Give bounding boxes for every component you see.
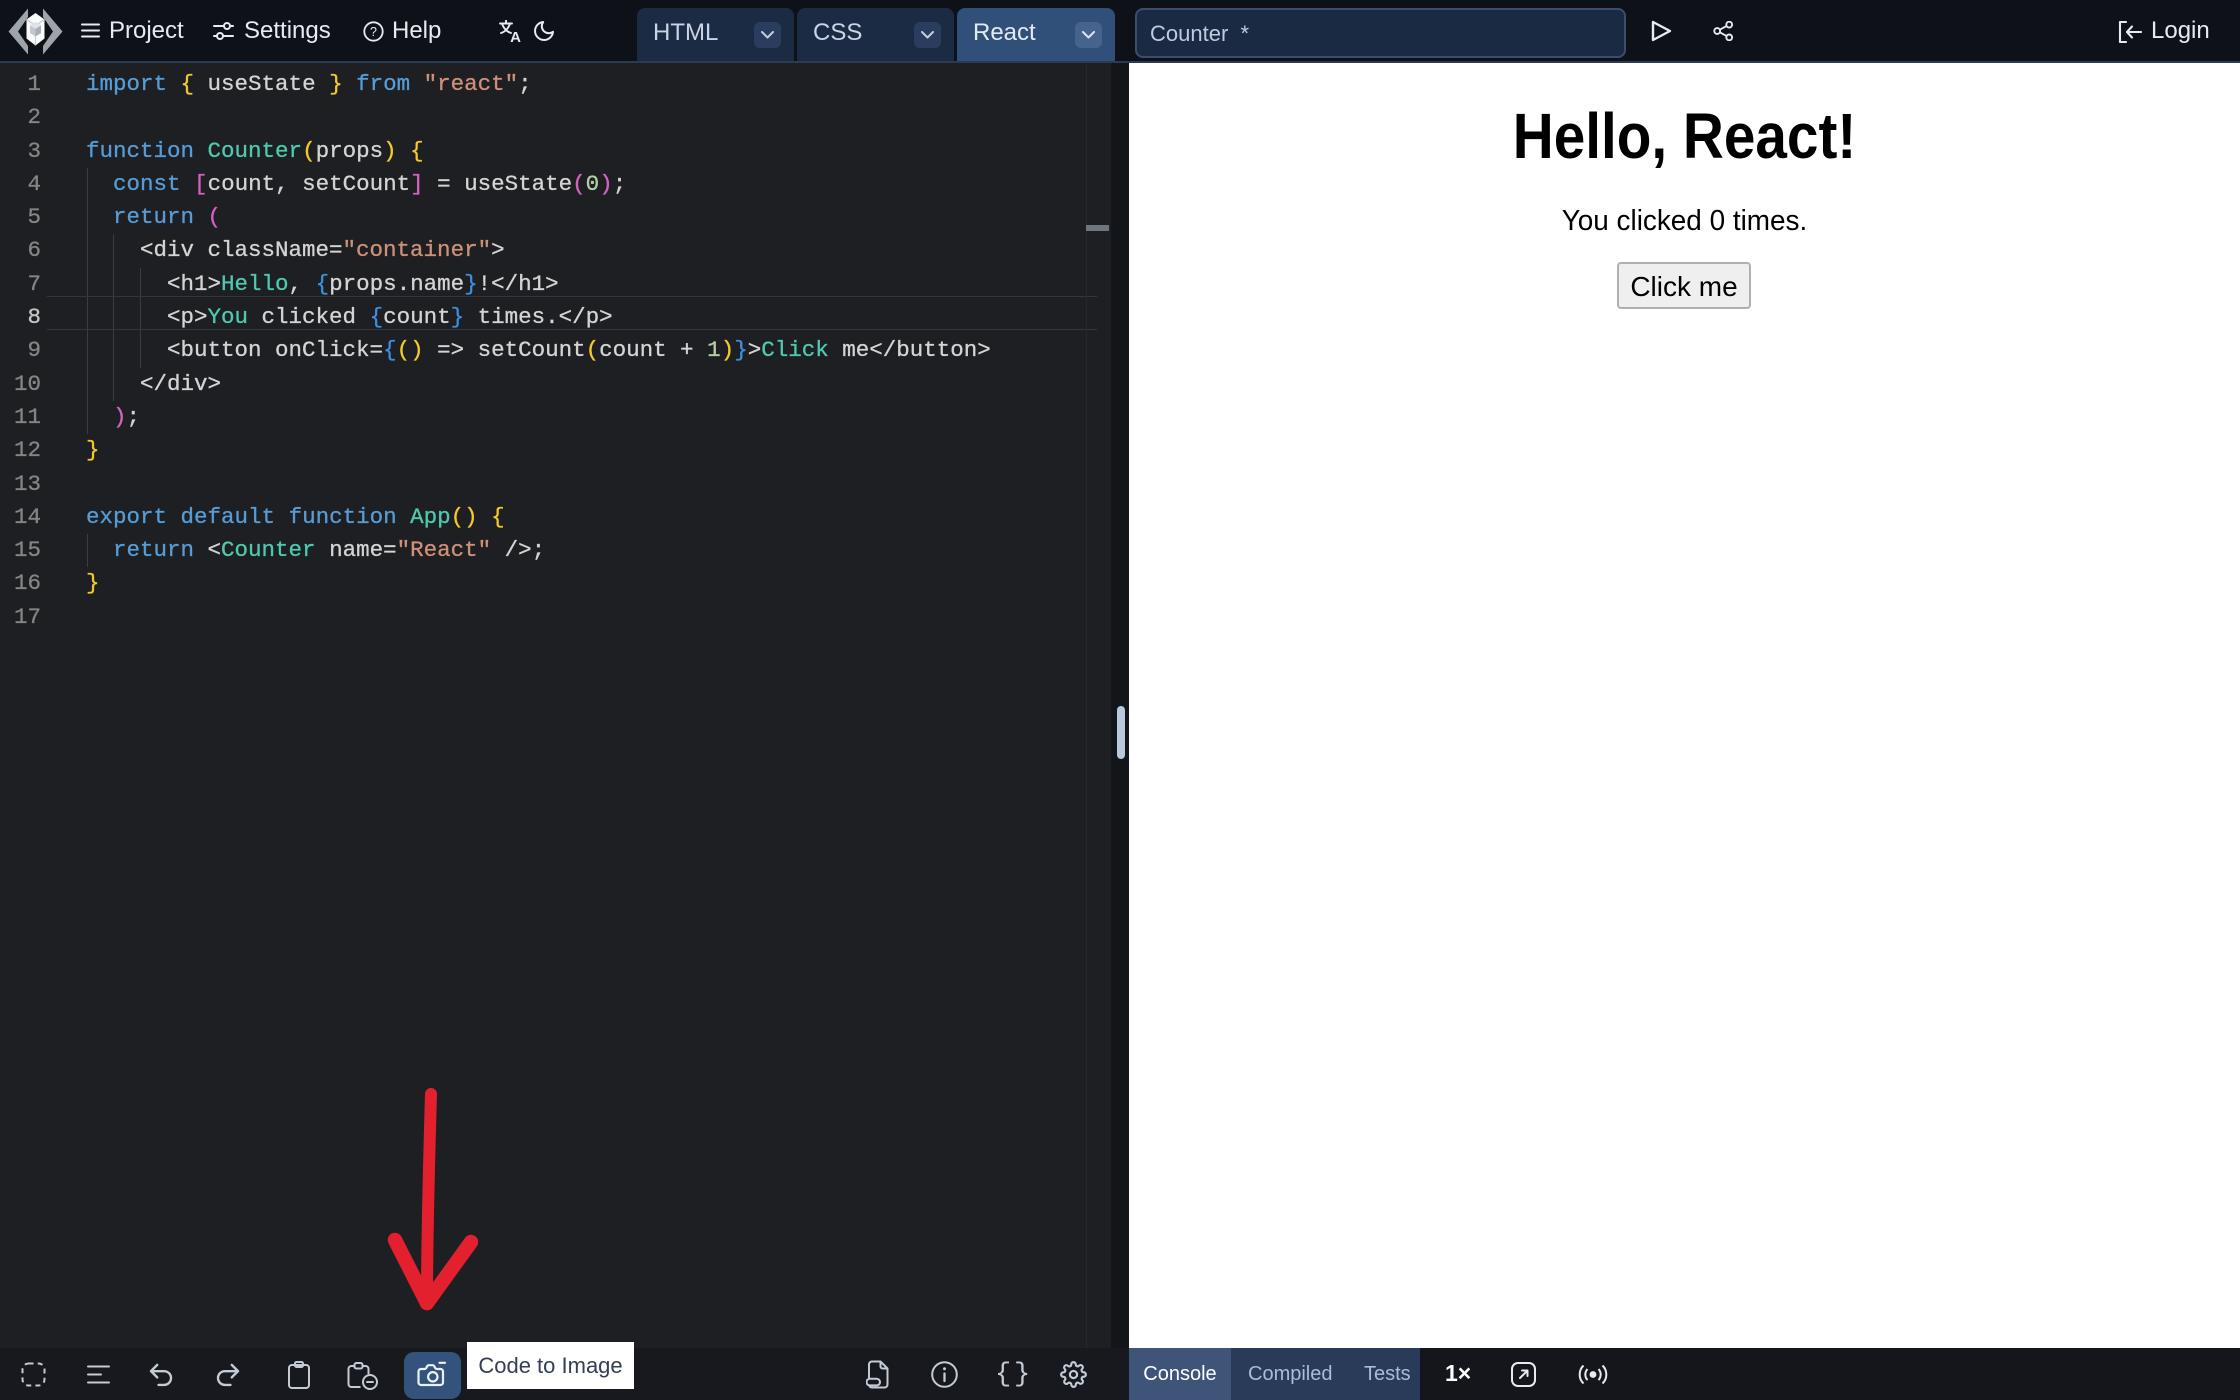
- svg-text:A: A: [510, 29, 521, 43]
- svg-text:?: ?: [370, 25, 377, 39]
